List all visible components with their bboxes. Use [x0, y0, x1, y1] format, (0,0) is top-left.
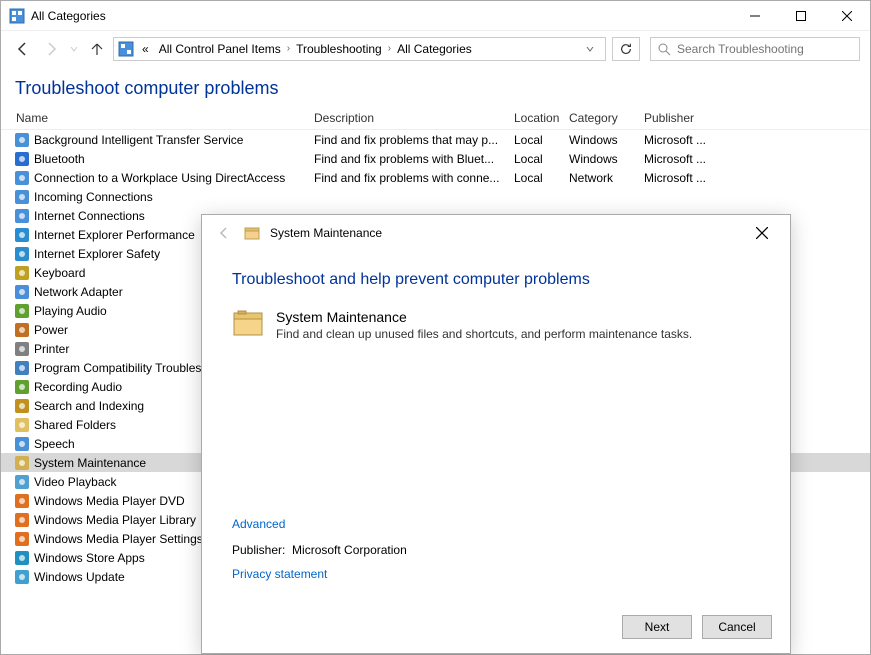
- refresh-button[interactable]: [612, 37, 640, 61]
- list-item[interactable]: Connection to a Workplace Using DirectAc…: [1, 168, 870, 187]
- network-icon: [14, 189, 30, 205]
- control-panel-icon: [118, 41, 134, 57]
- publisher-value: Microsoft Corporation: [292, 543, 407, 557]
- item-category: Windows: [569, 152, 644, 166]
- network-icon: [14, 284, 30, 300]
- maintenance-icon: [14, 455, 30, 471]
- dialog-body: Troubleshoot and help prevent computer p…: [202, 251, 790, 371]
- dialog-heading: Troubleshoot and help prevent computer p…: [232, 271, 760, 289]
- item-category: Network: [569, 171, 644, 185]
- keyboard-icon: [14, 265, 30, 281]
- wmp-icon: [14, 512, 30, 528]
- item-description: Find and fix problems with Bluet...: [314, 152, 514, 166]
- ie-icon: [14, 227, 30, 243]
- column-name[interactable]: Name: [4, 111, 314, 125]
- item-location: Local: [514, 152, 569, 166]
- recent-locations-dropdown[interactable]: [67, 38, 81, 60]
- wmp-icon: [14, 531, 30, 547]
- audio-icon: [14, 379, 30, 395]
- titlebar: All Categories: [1, 1, 870, 31]
- maximize-button[interactable]: [778, 1, 824, 31]
- folder-icon: [14, 417, 30, 433]
- privacy-link[interactable]: Privacy statement: [232, 567, 407, 581]
- back-button[interactable]: [11, 38, 35, 60]
- column-publisher[interactable]: Publisher: [644, 111, 867, 125]
- item-description: Find and fix problems that may p...: [314, 133, 514, 147]
- column-location[interactable]: Location: [514, 111, 569, 125]
- wmp-icon: [14, 493, 30, 509]
- item-name: Bluetooth: [34, 152, 314, 166]
- item-publisher: Microsoft ...: [644, 171, 867, 185]
- list-item[interactable]: Incoming Connections: [1, 187, 870, 206]
- address-bar[interactable]: « All Control Panel Items › Troubleshoot…: [113, 37, 606, 61]
- address-dropdown-icon[interactable]: [585, 44, 601, 54]
- breadcrumb-item[interactable]: Troubleshooting: [292, 40, 386, 58]
- item-location: Local: [514, 133, 569, 147]
- dialog-buttons: Next Cancel: [622, 615, 772, 639]
- globe-icon: [14, 132, 30, 148]
- column-headers: Name Description Location Category Publi…: [1, 107, 870, 130]
- search-icon: [657, 42, 671, 56]
- ie-icon: [14, 246, 30, 262]
- printer-icon: [14, 341, 30, 357]
- advanced-link[interactable]: Advanced: [232, 517, 407, 531]
- breadcrumb: « All Control Panel Items › Troubleshoot…: [138, 40, 581, 58]
- troubleshooter-dialog: System Maintenance Troubleshoot and help…: [201, 214, 791, 654]
- store-icon: [14, 550, 30, 566]
- item-description: Find and fix problems with conne...: [314, 171, 514, 185]
- item-name: Background Intelligent Transfer Service: [34, 133, 314, 147]
- maintenance-large-icon: [232, 309, 264, 337]
- page-title: Troubleshoot computer problems: [1, 66, 870, 107]
- minimize-button[interactable]: [732, 1, 778, 31]
- item-description: Find and clean up unused files and short…: [276, 327, 692, 341]
- item-title: System Maintenance: [276, 309, 692, 325]
- list-item[interactable]: BluetoothFind and fix problems with Blue…: [1, 149, 870, 168]
- navbar: « All Control Panel Items › Troubleshoot…: [1, 31, 870, 66]
- chevron-right-icon[interactable]: ›: [287, 43, 290, 54]
- audio-icon: [14, 303, 30, 319]
- column-category[interactable]: Category: [569, 111, 644, 125]
- search-input[interactable]: [677, 42, 853, 56]
- breadcrumb-prefix[interactable]: «: [138, 40, 153, 58]
- window-title: All Categories: [31, 9, 732, 23]
- breadcrumb-item[interactable]: All Control Panel Items: [155, 40, 285, 58]
- publisher-row: Publisher: Microsoft Corporation: [232, 543, 407, 557]
- window-buttons: [732, 1, 870, 31]
- item-name: Incoming Connections: [34, 190, 314, 204]
- search-icon: [14, 398, 30, 414]
- item-publisher: Microsoft ...: [644, 133, 867, 147]
- network-icon: [14, 170, 30, 186]
- up-button[interactable]: [85, 38, 109, 60]
- column-description[interactable]: Description: [314, 111, 514, 125]
- maintenance-icon: [244, 225, 260, 241]
- dialog-close-button[interactable]: [746, 221, 778, 245]
- video-icon: [14, 474, 30, 490]
- control-panel-icon: [9, 8, 25, 24]
- next-button[interactable]: Next: [622, 615, 692, 639]
- publisher-label: Publisher:: [232, 543, 285, 557]
- item-name: Connection to a Workplace Using DirectAc…: [34, 171, 314, 185]
- dialog-back-button[interactable]: [214, 223, 234, 243]
- cancel-button[interactable]: Cancel: [702, 615, 772, 639]
- forward-button[interactable]: [39, 38, 63, 60]
- dialog-links: Advanced Publisher: Microsoft Corporatio…: [232, 517, 407, 593]
- program-icon: [14, 360, 30, 376]
- close-button[interactable]: [824, 1, 870, 31]
- speech-icon: [14, 436, 30, 452]
- troubleshooter-item: System Maintenance Find and clean up unu…: [232, 309, 760, 341]
- dialog-title: System Maintenance: [270, 226, 736, 240]
- item-location: Local: [514, 171, 569, 185]
- list-item[interactable]: Background Intelligent Transfer ServiceF…: [1, 130, 870, 149]
- item-publisher: Microsoft ...: [644, 152, 867, 166]
- search-box[interactable]: [650, 37, 860, 61]
- breadcrumb-item[interactable]: All Categories: [393, 40, 476, 58]
- power-icon: [14, 322, 30, 338]
- chevron-right-icon[interactable]: ›: [388, 43, 391, 54]
- item-category: Windows: [569, 133, 644, 147]
- network-icon: [14, 208, 30, 224]
- dialog-titlebar: System Maintenance: [202, 215, 790, 251]
- bluetooth-icon: [14, 151, 30, 167]
- control-panel-window: All Categories « All Control Panel Items…: [0, 0, 871, 655]
- update-icon: [14, 569, 30, 585]
